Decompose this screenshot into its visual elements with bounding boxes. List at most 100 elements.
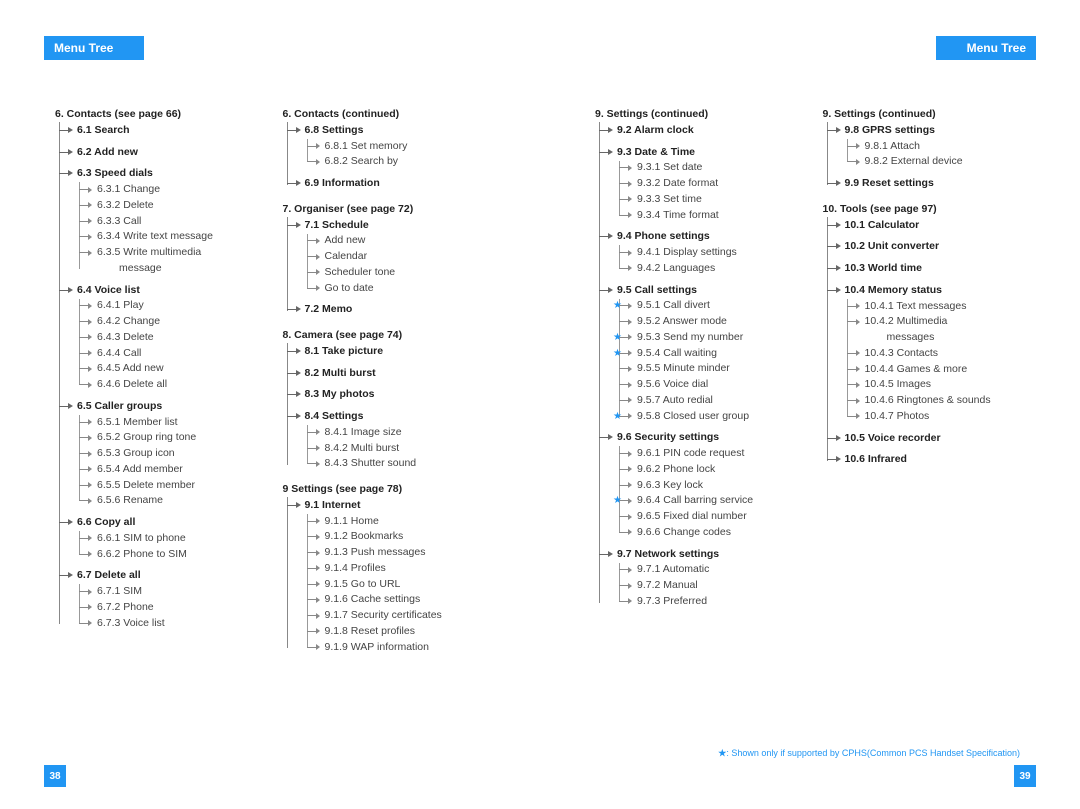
item-9-3: 9.3 Date & Time (595, 145, 813, 161)
item-6-9: 6.9 Information (283, 176, 501, 192)
item-10-4-1: 10.4.1 Text messages (823, 299, 1041, 315)
item-6-6-1: 6.6.1 SIM to phone (55, 531, 273, 547)
item-10-4-3: 10.4.3 Contacts (823, 346, 1041, 362)
item-9-5-4: ★9.5.4 Call waiting (595, 346, 813, 362)
item-10-3: 10.3 World time (823, 261, 1041, 277)
section-6-title: 6. Contacts (see page 66) (55, 107, 273, 123)
item-9-5-7: 9.5.7 Auto redial (595, 393, 813, 409)
item-9-4-2: 9.4.2 Languages (595, 261, 813, 277)
item-6-5-4: 6.5.4 Add member (55, 462, 273, 478)
item-6-8: 6.8 Settings (283, 123, 501, 139)
item-9-8-1: 9.8.1 Attach (823, 139, 1041, 155)
footnote-text: : Shown only if supported by CPHS(Common… (726, 748, 1020, 758)
column-3: 9. Settings (continued) 9.2 Alarm clock … (595, 104, 813, 745)
item-9-4: 9.4 Phone settings (595, 229, 813, 245)
item-7-2: 7.2 Memo (283, 302, 501, 318)
item-9-6-6: 9.6.6 Change codes (595, 525, 813, 541)
item-6-3-4: 6.3.4 Write text message (55, 229, 273, 245)
star-icon: ★ (613, 409, 622, 424)
item-8-3: 8.3 My photos (283, 387, 501, 403)
item-6-1: 6.1 Search (55, 123, 273, 139)
item-9-6-1: 9.6.1 PIN code request (595, 446, 813, 462)
star-icon: ★ (613, 298, 622, 313)
item-6-6: 6.6 Copy all (55, 515, 273, 531)
item-6-4-1: 6.4.1 Play (55, 298, 273, 314)
item-9-5-5: 9.5.5 Minute minder (595, 361, 813, 377)
page-left: Menu Tree 6. Contacts (see page 66) 6.1 … (0, 0, 540, 809)
item-6-8-2: 6.8.2 Search by (283, 154, 501, 170)
header-left: Menu Tree (44, 36, 144, 60)
item-6-7-2: 6.7.2 Phone (55, 600, 273, 616)
item-7-1-calendar: Calendar (283, 249, 501, 265)
item-9-1-1: 9.1.1 Home (283, 514, 501, 530)
item-6-7: 6.7 Delete all (55, 568, 273, 584)
item-9-1-2: 9.1.2 Bookmarks (283, 529, 501, 545)
item-9-1-8: 9.1.8 Reset profiles (283, 624, 501, 640)
item-10-6: 10.6 Infrared (823, 452, 1041, 468)
item-6-8-1: 6.8.1 Set memory (283, 139, 501, 155)
header-text: Menu Tree (54, 41, 113, 55)
item-6-5-2: 6.5.2 Group ring tone (55, 430, 273, 446)
item-9-5-2: 9.5.2 Answer mode (595, 314, 813, 330)
star-icon: ★ (613, 493, 622, 508)
item-10-4-6: 10.4.6 Ringtones & sounds (823, 393, 1041, 409)
item-9-6-2: 9.6.2 Phone lock (595, 462, 813, 478)
section-9-title: 9 Settings (see page 78) (283, 482, 501, 498)
item-9-1-6: 9.1.6 Cache settings (283, 592, 501, 608)
item-9-6: 9.6 Security settings (595, 430, 813, 446)
item-6-7-1: 6.7.1 SIM (55, 584, 273, 600)
item-6-4-2: 6.4.2 Change (55, 314, 273, 330)
pagenum-right-text: 39 (1019, 771, 1030, 782)
item-6-4-5: 6.4.5 Add new (55, 361, 273, 377)
item-6-6-2: 6.6.2 Phone to SIM (55, 547, 273, 563)
section-9c2-title: 9. Settings (continued) (823, 107, 1041, 123)
item-7-1-addnew: Add new (283, 233, 501, 249)
item-9-5-1: ★9.5.1 Call divert (595, 298, 813, 314)
item-10-4: 10.4 Memory status (823, 283, 1041, 299)
column-2: 6. Contacts (continued) 6.8 Settings 6.8… (283, 104, 501, 745)
star-icon: ★ (613, 346, 622, 361)
item-6-3-3: 6.3.3 Call (55, 214, 273, 230)
item-8-1: 8.1 Take picture (283, 344, 501, 360)
item-6-3-5a: 6.3.5 Write multimedia (55, 245, 273, 261)
item-8-2: 8.2 Multi burst (283, 366, 501, 382)
item-6-4-4: 6.4.4 Call (55, 346, 273, 362)
item-6-4: 6.4 Voice list (55, 283, 273, 299)
item-9-7-1: 9.7.1 Automatic (595, 562, 813, 578)
item-10-2: 10.2 Unit converter (823, 239, 1041, 255)
section-6c-title: 6. Contacts (continued) (283, 107, 501, 123)
item-6-5-1: 6.5.1 Member list (55, 415, 273, 431)
item-6-3-2: 6.3.2 Delete (55, 198, 273, 214)
item-9-3-3: 9.3.3 Set time (595, 192, 813, 208)
item-6-3-5b: message (55, 261, 273, 277)
section-10-title: 10. Tools (see page 97) (823, 202, 1041, 218)
item-9-1-4: 9.1.4 Profiles (283, 561, 501, 577)
content-left: 6. Contacts (see page 66) 6.1 Search 6.2… (55, 104, 500, 745)
item-10-4-7: 10.4.7 Photos (823, 409, 1041, 425)
column-1: 6. Contacts (see page 66) 6.1 Search 6.2… (55, 104, 273, 745)
section-9c-title: 9. Settings (continued) (595, 107, 813, 123)
item-9-7: 9.7 Network settings (595, 547, 813, 563)
item-7-1-schedtone: Scheduler tone (283, 265, 501, 281)
item-10-4-4: 10.4.4 Games & more (823, 362, 1041, 378)
item-9-3-1: 9.3.1 Set date (595, 160, 813, 176)
item-6-5: 6.5 Caller groups (55, 399, 273, 415)
item-6-7-3: 6.7.3 Voice list (55, 616, 273, 632)
item-9-3-2: 9.3.2 Date format (595, 176, 813, 192)
item-9-5-3: ★9.5.3 Send my number (595, 330, 813, 346)
page-right: Menu Tree 9. Settings (continued) 9.2 Al… (540, 0, 1080, 809)
item-6-5-5: 6.5.5 Delete member (55, 478, 273, 494)
item-9-2: 9.2 Alarm clock (595, 123, 813, 139)
item-10-1: 10.1 Calculator (823, 218, 1041, 234)
footnote: ★: Shown only if supported by CPHS(Commo… (718, 748, 1020, 759)
item-9-3-4: 9.3.4 Time format (595, 208, 813, 224)
item-9-7-2: 9.7.2 Manual (595, 578, 813, 594)
item-9-6-4: ★9.6.4 Call barring service (595, 493, 813, 509)
header-right-text: Menu Tree (967, 41, 1026, 55)
item-6-2: 6.2 Add new (55, 145, 273, 161)
item-6-5-3: 6.5.3 Group icon (55, 446, 273, 462)
item-9-1: 9.1 Internet (283, 498, 501, 514)
item-9-9: 9.9 Reset settings (823, 176, 1041, 192)
item-9-6-5: 9.6.5 Fixed dial number (595, 509, 813, 525)
section-7-title: 7. Organiser (see page 72) (283, 202, 501, 218)
